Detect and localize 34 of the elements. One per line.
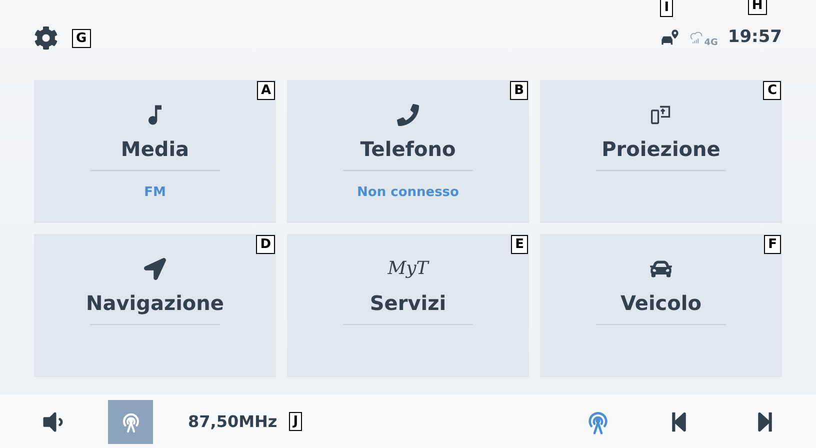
tile-title: Navigazione [86, 290, 224, 316]
callout-label: E [511, 235, 528, 254]
settings-icon[interactable] [34, 26, 58, 50]
navigation-arrow-icon [144, 258, 166, 280]
radio-source-button[interactable] [108, 400, 153, 444]
tile-title: Veicolo [620, 290, 702, 316]
callout-label: C [763, 81, 781, 100]
phone-icon [397, 104, 419, 126]
callout-label: H [748, 0, 767, 16]
menu-tile[interactable]: Navigazione D [34, 234, 276, 377]
menu-tile[interactable]: Telefono Non connesso B [287, 80, 529, 223]
callout-label: I [660, 0, 674, 17]
callout-label: J [289, 412, 302, 431]
tile-title: Media [120, 136, 190, 162]
network-label: 4G [704, 39, 718, 48]
menu-tile[interactable]: Veicolo F [540, 234, 782, 377]
tile-subtitle: Non connesso [357, 184, 459, 202]
callout-label: F [764, 235, 781, 254]
callout-label: D [256, 235, 275, 254]
tile-title: Telefono [360, 136, 456, 162]
car-icon [650, 258, 672, 280]
callout-label: G [72, 28, 91, 48]
menu-tile[interactable]: Media FM A [34, 80, 276, 223]
tile-title: Servizi [370, 290, 446, 316]
tile-title: Proiezione [602, 136, 720, 162]
menu-tile[interactable]: MyT Servizi E [287, 234, 529, 377]
phone-screen-icon [650, 104, 672, 126]
frequency-readout: 87,50MHz [188, 410, 278, 432]
menu-tile[interactable]: Proiezione C [540, 80, 782, 223]
tile-subtitle: FM [144, 184, 166, 202]
clock: 19:57 [728, 27, 782, 48]
callout-label: A [256, 81, 275, 100]
logo: MyT [388, 257, 428, 281]
callout-label: B [510, 81, 528, 100]
